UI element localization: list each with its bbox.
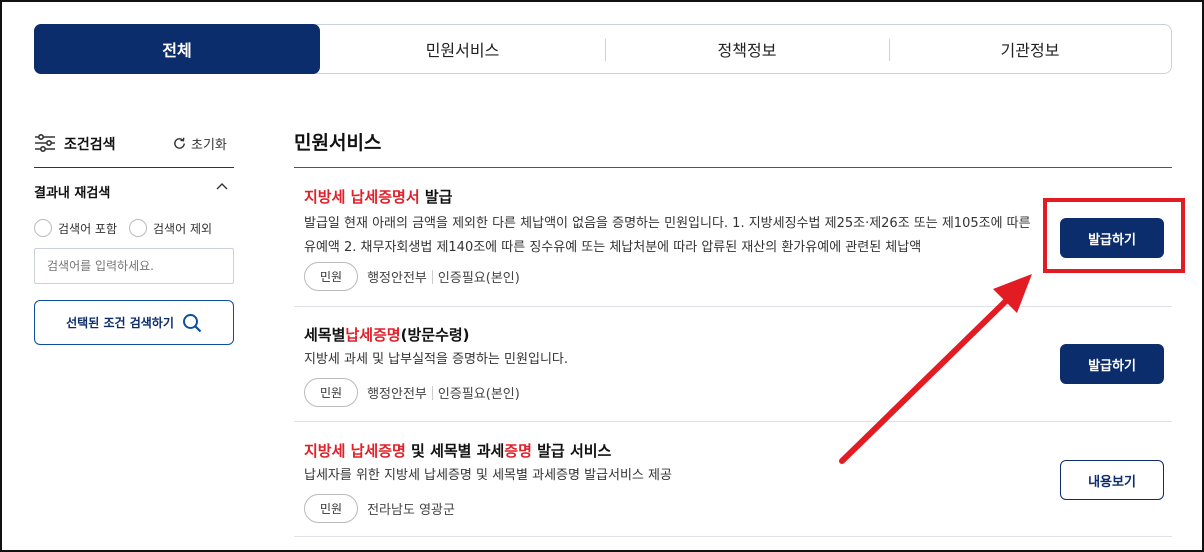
item-divider — [294, 306, 1172, 307]
agency-name: 행정안전부 — [367, 387, 427, 402]
title-highlight: 증명 — [504, 442, 532, 460]
meta-divider — [431, 385, 433, 400]
tab-label: 기관정보 — [1000, 41, 1060, 60]
sidebar-title: 조건검색 — [64, 137, 116, 153]
search-mode-radios: 검색어 포함 검색어 제외 — [34, 217, 234, 239]
tab-divider — [889, 39, 890, 61]
result-meta: 민원 행정안전부 인증필요(본인) — [304, 378, 520, 407]
tab-all[interactable]: 전체 — [34, 24, 320, 74]
search-button-label: 선택된 조건 검색하기 — [66, 316, 174, 330]
meta-divider — [431, 269, 433, 284]
tab-label: 정책정보 — [717, 41, 777, 60]
result-item: 지방세 납세증명서 발급 발급일 현재 아래의 금액을 제외한 다른 체납액이 … — [294, 186, 1172, 296]
chevron-up-icon[interactable] — [215, 180, 229, 194]
view-details-button[interactable]: 내용보기 — [1060, 460, 1164, 500]
result-item: 지방세 납세증명 및 세목별 과세증명 발급 서비스 납세자를 위한 지방세 납… — [294, 440, 1172, 530]
category-tag: 민원 — [304, 494, 359, 523]
auth-requirement: 인증필요(본인) — [437, 271, 520, 286]
tab-agency-info[interactable]: 기관정보 — [889, 25, 1171, 73]
result-meta: 민원 행정안전부 인증필요(본인) — [304, 262, 520, 291]
title-highlight: 지방세 납세증명서 — [304, 188, 420, 206]
reset-button[interactable]: 초기화 — [172, 134, 227, 153]
item-divider — [294, 536, 1172, 537]
search-submit-button[interactable]: 선택된 조건 검색하기 — [34, 300, 234, 345]
agency-name: 전라남도 영광군 — [367, 503, 455, 518]
result-description: 납세자를 위한 지방세 납세증명 및 세목별 과세증명 발급서비스 제공 — [304, 468, 672, 483]
result-description: 지방세 과세 및 납부실적을 증명하는 민원입니다. — [304, 352, 568, 367]
section-divider — [294, 167, 1172, 168]
radio-exclude-label[interactable]: 검색어 제외 — [153, 220, 212, 237]
tab-divider — [605, 39, 606, 61]
highlight-box — [1043, 198, 1185, 273]
item-divider — [294, 421, 1172, 422]
title-text: (방문수령) — [400, 326, 470, 344]
title-text: 및 세목별 과세 — [405, 442, 505, 460]
section-title: 민원서비스 — [294, 132, 382, 154]
refine-search-title: 결과내 재검색 — [34, 186, 111, 201]
title-text: 발급 서비스 — [531, 442, 612, 460]
search-icon — [182, 313, 202, 332]
search-input[interactable] — [34, 248, 234, 284]
category-tag: 민원 — [304, 262, 359, 291]
radio-include[interactable] — [34, 219, 52, 237]
sidebar-divider — [34, 167, 234, 168]
auth-requirement: 인증필요(본인) — [437, 387, 520, 402]
tab-policy-info[interactable]: 정책정보 — [605, 25, 889, 73]
result-item: 세목별납세증명(방문수령) 지방세 과세 및 납부실적을 증명하는 민원입니다.… — [294, 324, 1172, 414]
sidebar-header: 조건검색 초기화 — [34, 131, 234, 155]
result-description: 발급일 현재 아래의 금액을 제외한 다른 체납액이 없음을 증명하는 민원입니… — [304, 216, 1031, 255]
title-highlight: 납세증명 — [345, 326, 401, 344]
tab-label: 민원서비스 — [425, 41, 500, 60]
category-tag: 민원 — [304, 378, 359, 407]
radio-include-label[interactable]: 검색어 포함 — [58, 220, 117, 237]
radio-exclude[interactable] — [129, 219, 148, 237]
title-text: 세목별 — [304, 326, 346, 344]
agency-name: 행정안전부 — [367, 271, 427, 286]
result-title[interactable]: 지방세 납세증명 및 세목별 과세증명 발급 서비스 — [304, 440, 611, 461]
reset-label: 초기화 — [191, 138, 227, 153]
refresh-icon — [174, 137, 185, 149]
result-meta: 민원 전라남도 영광군 — [304, 494, 455, 523]
tab-civil-service[interactable]: 민원서비스 — [320, 25, 605, 73]
category-tabs: 전체 민원서비스 정책정보 기관정보 — [34, 24, 1172, 74]
title-highlight: 지방세 납세증명 — [304, 442, 406, 460]
title-text: 발급 — [419, 188, 453, 206]
result-title[interactable]: 지방세 납세증명서 발급 — [304, 186, 452, 207]
result-title[interactable]: 세목별납세증명(방문수령) — [304, 324, 470, 345]
issue-button[interactable]: 발급하기 — [1060, 344, 1164, 384]
filter-sliders-icon — [35, 133, 55, 153]
